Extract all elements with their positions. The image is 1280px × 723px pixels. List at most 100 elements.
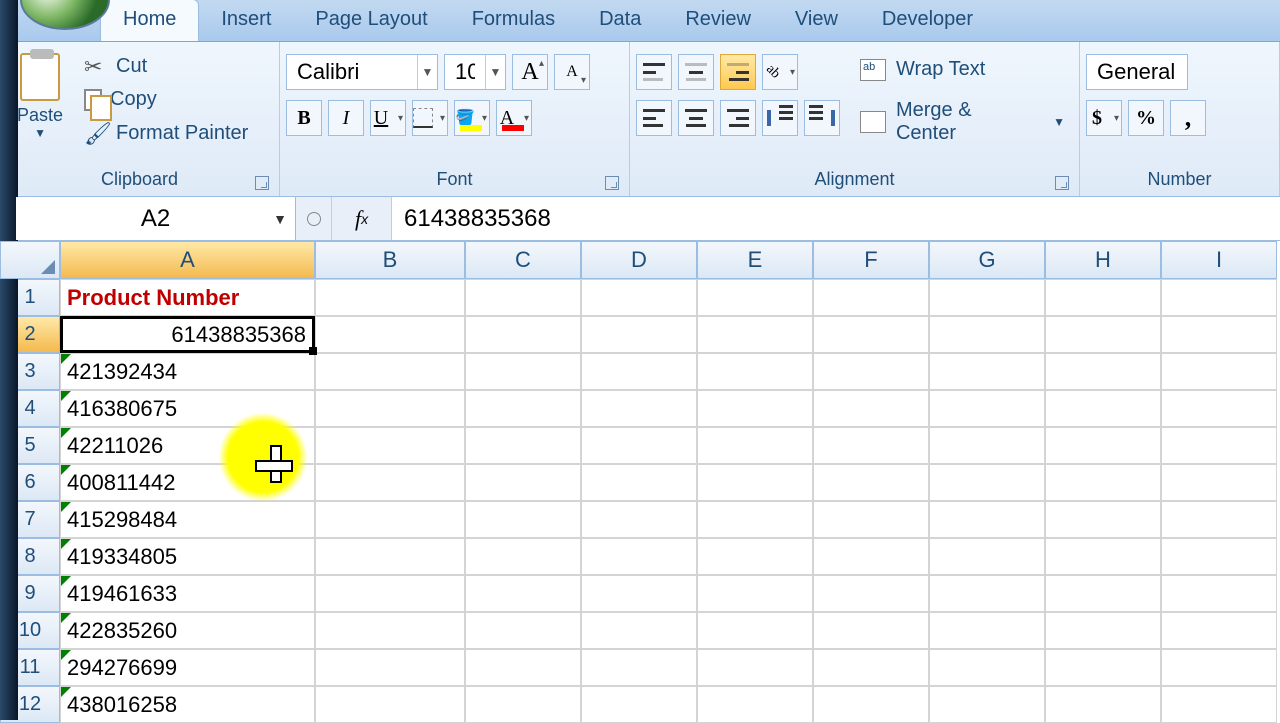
cell-F8[interactable] (813, 538, 929, 575)
fx-icon[interactable]: fx (332, 197, 392, 240)
cell-I8[interactable] (1161, 538, 1277, 575)
cell-B3[interactable] (315, 353, 465, 390)
cell-I10[interactable] (1161, 612, 1277, 649)
cell-C3[interactable] (465, 353, 581, 390)
font-size-combo[interactable]: ▼ (444, 54, 506, 90)
cell-F1[interactable] (813, 279, 929, 316)
number-format-combo[interactable] (1086, 54, 1188, 90)
cell-C7[interactable] (465, 501, 581, 538)
cell-H3[interactable] (1045, 353, 1161, 390)
chevron-down-icon[interactable]: ▼ (1053, 115, 1065, 129)
cell-F12[interactable] (813, 686, 929, 723)
comma-button[interactable] (1170, 100, 1206, 136)
cell-F5[interactable] (813, 427, 929, 464)
column-header-E[interactable]: E (697, 241, 813, 279)
cell-A7[interactable]: 415298484 (60, 501, 315, 538)
currency-button[interactable] (1086, 100, 1122, 136)
formula-input[interactable]: 61438835368 (392, 197, 1280, 240)
cell-E9[interactable] (697, 575, 813, 612)
align-center-button[interactable] (678, 100, 714, 136)
decrease-indent-button[interactable] (762, 100, 798, 136)
bold-button[interactable]: B (286, 100, 322, 136)
cell-I12[interactable] (1161, 686, 1277, 723)
cell-A8[interactable]: 419334805 (60, 538, 315, 575)
fill-color-button[interactable]: 🪣 (454, 100, 490, 136)
cell-D12[interactable] (581, 686, 697, 723)
select-all-corner[interactable] (0, 241, 60, 279)
orientation-button[interactable] (762, 54, 798, 90)
cell-I5[interactable] (1161, 427, 1277, 464)
cut-button[interactable]: Cut (78, 52, 254, 80)
wrap-text-button[interactable]: Wrap Text (852, 54, 1073, 85)
tab-review[interactable]: Review (663, 0, 773, 41)
tab-insert[interactable]: Insert (199, 0, 293, 41)
cell-E11[interactable] (697, 649, 813, 686)
chevron-down-icon[interactable]: ▼ (273, 211, 287, 227)
tab-page-layout[interactable]: Page Layout (293, 0, 449, 41)
cell-C9[interactable] (465, 575, 581, 612)
cell-G4[interactable] (929, 390, 1045, 427)
borders-button[interactable] (412, 100, 448, 136)
cell-C6[interactable] (465, 464, 581, 501)
dialog-launcher-icon[interactable] (605, 176, 619, 190)
cell-C2[interactable] (465, 316, 581, 353)
number-format-input[interactable] (1087, 59, 1187, 85)
cell-D11[interactable] (581, 649, 697, 686)
cell-I11[interactable] (1161, 649, 1277, 686)
cell-C4[interactable] (465, 390, 581, 427)
cell-H12[interactable] (1045, 686, 1161, 723)
cell-B7[interactable] (315, 501, 465, 538)
cell-D2[interactable] (581, 316, 697, 353)
column-header-H[interactable]: H (1045, 241, 1161, 279)
align-middle-button[interactable] (678, 54, 714, 90)
column-header-I[interactable]: I (1161, 241, 1277, 279)
tab-data[interactable]: Data (577, 0, 663, 41)
cell-E12[interactable] (697, 686, 813, 723)
cancel-button[interactable] (296, 197, 332, 240)
cell-A2[interactable]: 61438835368 (60, 316, 315, 353)
cell-I9[interactable] (1161, 575, 1277, 612)
cell-H9[interactable] (1045, 575, 1161, 612)
cell-C8[interactable] (465, 538, 581, 575)
cell-C10[interactable] (465, 612, 581, 649)
cell-H1[interactable] (1045, 279, 1161, 316)
cell-D10[interactable] (581, 612, 697, 649)
cell-F11[interactable] (813, 649, 929, 686)
cell-A9[interactable]: 419461633 (60, 575, 315, 612)
cell-C1[interactable] (465, 279, 581, 316)
shrink-font-button[interactable]: A (554, 54, 590, 90)
align-left-button[interactable] (636, 100, 672, 136)
column-header-D[interactable]: D (581, 241, 697, 279)
grow-font-button[interactable]: A (512, 54, 548, 90)
cell-B5[interactable] (315, 427, 465, 464)
cell-F3[interactable] (813, 353, 929, 390)
column-header-F[interactable]: F (813, 241, 929, 279)
cell-B9[interactable] (315, 575, 465, 612)
cell-B8[interactable] (315, 538, 465, 575)
underline-button[interactable]: U (370, 100, 406, 136)
tab-view[interactable]: View (773, 0, 860, 41)
cell-I3[interactable] (1161, 353, 1277, 390)
italic-button[interactable]: I (328, 100, 364, 136)
cell-F6[interactable] (813, 464, 929, 501)
cell-G7[interactable] (929, 501, 1045, 538)
cell-E7[interactable] (697, 501, 813, 538)
cell-A3[interactable]: 421392434 (60, 353, 315, 390)
cell-F2[interactable] (813, 316, 929, 353)
cell-B12[interactable] (315, 686, 465, 723)
cell-D5[interactable] (581, 427, 697, 464)
cell-H2[interactable] (1045, 316, 1161, 353)
cell-G6[interactable] (929, 464, 1045, 501)
cell-G3[interactable] (929, 353, 1045, 390)
font-size-input[interactable] (445, 59, 485, 85)
cell-B1[interactable] (315, 279, 465, 316)
align-bottom-button[interactable] (720, 54, 756, 90)
align-right-button[interactable] (720, 100, 756, 136)
cell-A12[interactable]: 438016258 (60, 686, 315, 723)
cell-E1[interactable] (697, 279, 813, 316)
chevron-down-icon[interactable]: ▼ (485, 55, 505, 89)
cell-G5[interactable] (929, 427, 1045, 464)
cell-F9[interactable] (813, 575, 929, 612)
merge-center-button[interactable]: Merge & Center▼ (852, 95, 1073, 149)
cell-G10[interactable] (929, 612, 1045, 649)
